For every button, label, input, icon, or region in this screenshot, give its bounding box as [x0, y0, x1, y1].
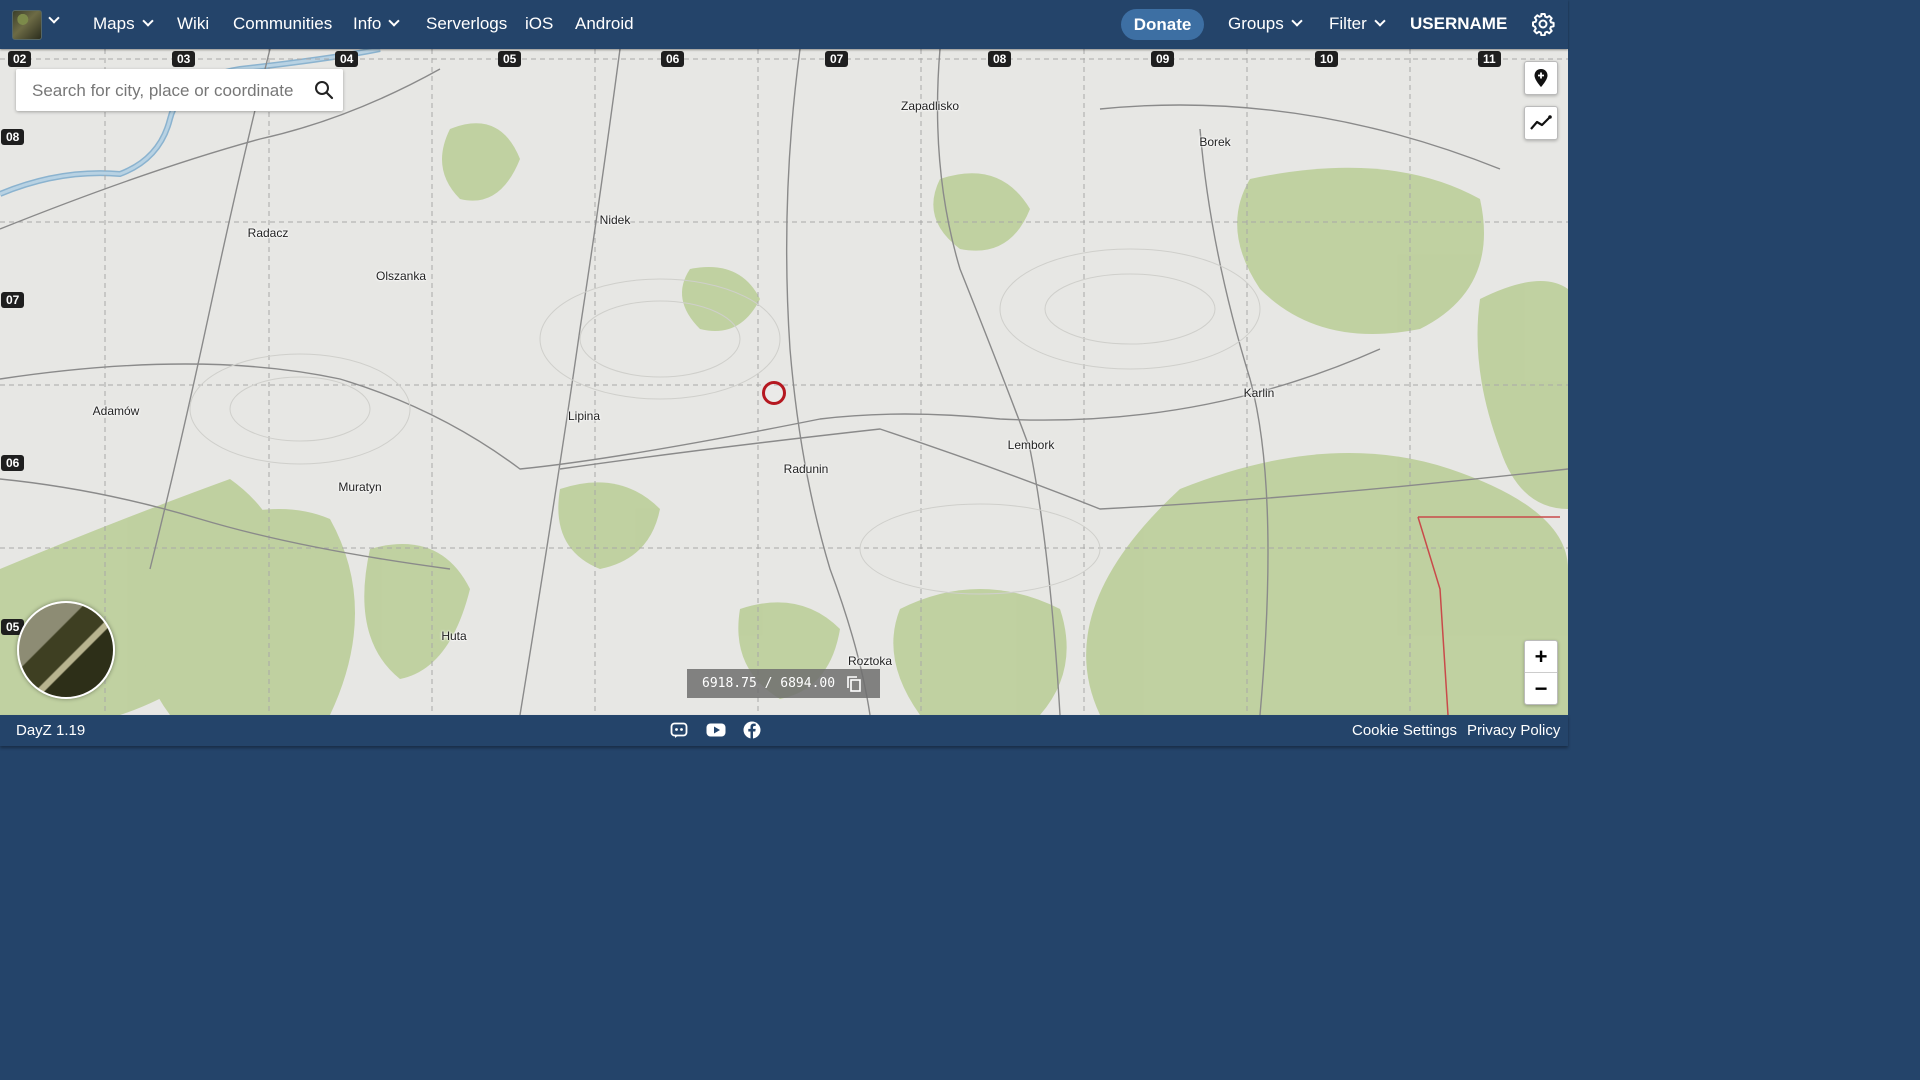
- zoom-control: + −: [1524, 640, 1558, 705]
- terrain-layer: [0, 49, 1568, 715]
- place-label[interactable]: Radacz: [248, 226, 289, 240]
- polyline-icon: [1530, 115, 1552, 130]
- chevron-down-icon: [1291, 15, 1303, 27]
- place-label[interactable]: Borek: [1199, 135, 1230, 149]
- top-navigation: Maps Wiki Communities Info Serverlogs iO…: [0, 0, 1568, 49]
- nav-info[interactable]: Info: [353, 14, 401, 34]
- location-marker[interactable]: [762, 381, 786, 405]
- grid-label-top: 09: [1151, 51, 1175, 67]
- place-label[interactable]: Roztoka: [848, 654, 892, 668]
- place-label[interactable]: Lembork: [1008, 438, 1055, 452]
- search-box: [16, 69, 343, 111]
- add-marker-button[interactable]: [1524, 61, 1558, 95]
- grid-label-top: 03: [172, 51, 196, 67]
- grid-label-top: 11: [1478, 51, 1501, 67]
- map-canvas[interactable]: 02 03 04 05 06 07 08 09 10 11 08 07 06 0…: [0, 49, 1568, 715]
- gear-icon[interactable]: [1531, 12, 1555, 36]
- place-label[interactable]: Radunin: [784, 462, 829, 476]
- nav-username[interactable]: USERNAME: [1410, 14, 1507, 34]
- facebook-icon[interactable]: [743, 721, 761, 739]
- place-label[interactable]: Zapadlisko: [901, 99, 959, 113]
- place-label[interactable]: Olszanka: [376, 269, 426, 283]
- nav-groups-label: Groups: [1228, 14, 1284, 33]
- grid-label-left: 08: [1, 129, 25, 145]
- nav-filter-label: Filter: [1329, 14, 1367, 33]
- grid-label-top: 04: [335, 51, 359, 67]
- grid-label-top: 02: [8, 51, 32, 67]
- privacy-policy-link[interactable]: Privacy Policy: [1467, 722, 1560, 739]
- nav-ios[interactable]: iOS: [525, 14, 553, 34]
- place-label[interactable]: Adamów: [93, 404, 140, 418]
- grid-label-left: 07: [1, 292, 25, 308]
- place-label[interactable]: Lipina: [568, 409, 600, 423]
- discord-icon[interactable]: [670, 721, 688, 739]
- grid-label-top: 08: [988, 51, 1012, 67]
- copy-icon[interactable]: [847, 676, 861, 692]
- nav-maps-label: Maps: [93, 14, 135, 33]
- nav-filter[interactable]: Filter: [1329, 14, 1386, 34]
- grid-label-top: 06: [661, 51, 685, 67]
- nav-communities[interactable]: Communities: [233, 14, 332, 34]
- logo-chevron-down-icon[interactable]: [48, 12, 60, 27]
- nav-maps[interactable]: Maps: [93, 14, 154, 34]
- place-label[interactable]: Huta: [441, 629, 466, 643]
- version-label: DayZ 1.19: [16, 722, 86, 739]
- place-label[interactable]: Muratyn: [338, 480, 381, 494]
- coordinate-value: 6918.75 / 6894.00: [702, 676, 836, 691]
- nav-wiki[interactable]: Wiki: [177, 14, 209, 34]
- chevron-down-icon: [1374, 15, 1386, 27]
- nav-android[interactable]: Android: [575, 14, 634, 34]
- donate-button[interactable]: Donate: [1121, 9, 1204, 40]
- nav-serverlogs[interactable]: Serverlogs: [426, 14, 507, 34]
- app-logo[interactable]: [12, 10, 42, 40]
- grid-label-top: 05: [498, 51, 522, 67]
- search-input[interactable]: [30, 78, 304, 104]
- cookie-settings-link[interactable]: Cookie Settings: [1352, 722, 1457, 739]
- nav-groups[interactable]: Groups: [1228, 14, 1303, 34]
- place-label[interactable]: Karlin: [1244, 386, 1275, 400]
- satellite-minimap-toggle[interactable]: [17, 601, 115, 699]
- place-label[interactable]: Nidek: [600, 213, 631, 227]
- search-icon[interactable]: [314, 80, 334, 100]
- map-pin-plus-icon: [1534, 69, 1548, 87]
- nav-info-label: Info: [353, 14, 382, 33]
- chevron-down-icon: [141, 15, 154, 27]
- zoom-out-button[interactable]: −: [1525, 673, 1557, 704]
- grid-label-left: 06: [1, 455, 25, 471]
- footer: DayZ 1.19 Cookie Settings Privacy Policy: [0, 715, 1568, 746]
- draw-line-button[interactable]: [1524, 106, 1558, 140]
- grid-label-top: 10: [1315, 51, 1339, 67]
- zoom-in-button[interactable]: +: [1525, 641, 1557, 673]
- chevron-down-icon: [388, 15, 401, 27]
- coordinate-readout: 6918.75 / 6894.00: [687, 669, 880, 698]
- youtube-icon[interactable]: [706, 721, 726, 739]
- grid-label-top: 07: [825, 51, 849, 67]
